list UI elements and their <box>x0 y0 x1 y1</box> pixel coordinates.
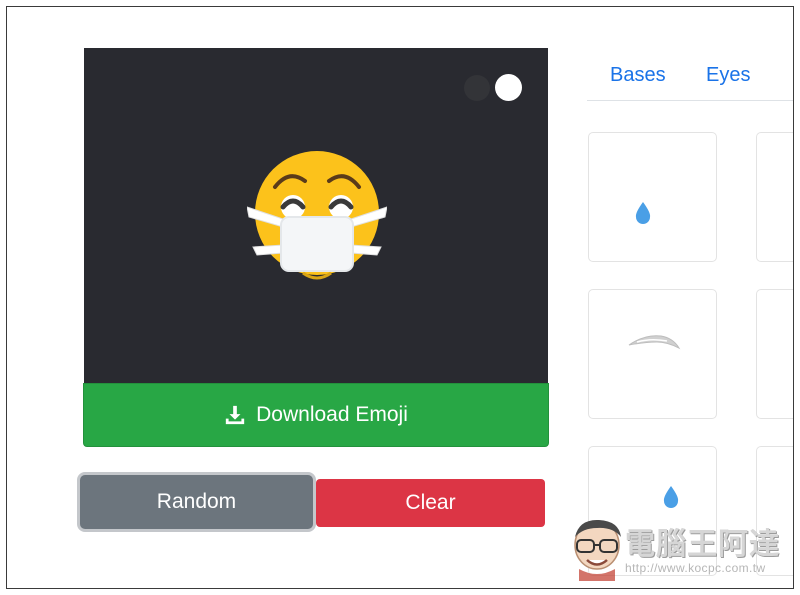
app-frame: Download Emoji Random Clear Bases Eyes 電… <box>6 6 794 589</box>
download-emoji-button[interactable]: Download Emoji <box>83 383 549 447</box>
teardrop-icon <box>663 486 679 508</box>
part-category-tabs: Bases Eyes <box>587 52 793 101</box>
eyebrow-icon <box>628 335 681 350</box>
tab-bases[interactable]: Bases <box>610 64 666 87</box>
part-option-teardrop[interactable] <box>588 132 717 262</box>
clear-button-label: Clear <box>405 491 456 514</box>
watermark: 電腦王阿達 http://www.kocpc.com.tw <box>569 515 793 585</box>
part-option-card[interactable] <box>756 289 793 419</box>
random-button-label: Random <box>156 490 237 513</box>
tab-eyes[interactable]: Eyes <box>706 64 750 87</box>
face-with-medical-mask-icon <box>247 151 387 280</box>
clear-button[interactable]: Clear <box>316 479 545 527</box>
download-icon <box>225 405 245 425</box>
watermark-url: http://www.kocpc.com.tw <box>625 561 766 575</box>
dark-background-toggle[interactable] <box>464 75 490 101</box>
download-button-label: Download Emoji <box>256 403 408 426</box>
part-option-eyebrow[interactable] <box>588 289 717 419</box>
watermark-title: 電腦王阿達 <box>625 528 780 561</box>
light-background-toggle[interactable] <box>495 74 522 101</box>
teardrop-icon <box>635 202 651 224</box>
part-option-card[interactable] <box>756 132 793 262</box>
random-button[interactable]: Random <box>80 475 313 529</box>
mascot-face-icon <box>574 519 621 581</box>
